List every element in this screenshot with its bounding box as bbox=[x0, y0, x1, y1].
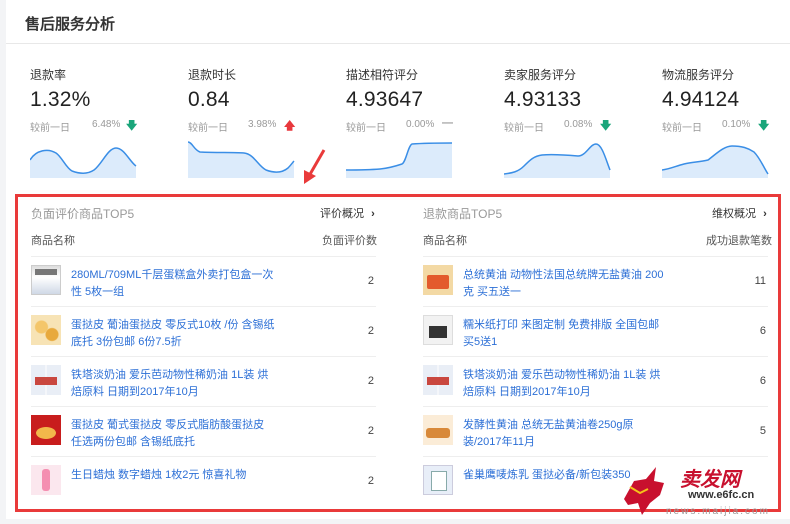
arrow-down-icon: 🡇 bbox=[758, 120, 770, 132]
table-row[interactable]: 蛋挞皮 葡式蛋挞皮 零反式脂肪酸蛋挞皮 任选两份包邮 含锡纸底托 2 bbox=[31, 406, 376, 457]
metric-value: 1.32% bbox=[30, 88, 91, 111]
product-thumbnail bbox=[31, 365, 61, 395]
rights-overview-link[interactable]: 维权概况 › bbox=[712, 205, 767, 221]
watermark-url: www.e6fc.cn bbox=[688, 489, 755, 501]
arrow-up-icon: 🡅 bbox=[284, 120, 296, 132]
product-link[interactable]: 糯米纸打印 来图定制 免费排版 全国包邮 买5送1 bbox=[463, 317, 668, 351]
product-link[interactable]: 蛋挞皮 葡油蛋挞皮 零反式10枚 /份 含锡纸底托 3份包邮 6份7.5折 bbox=[71, 317, 276, 351]
metric-change: 6.48% bbox=[92, 119, 121, 130]
row-count: 6 bbox=[759, 325, 766, 337]
product-thumbnail bbox=[31, 265, 61, 295]
page-title: 售后服务分析 bbox=[25, 16, 116, 33]
product-link[interactable]: 铁塔淡奶油 爱乐芭动物性稀奶油 1L装 烘焙原料 日期到2017年10月 bbox=[71, 367, 276, 401]
column-header-name: 商品名称 bbox=[31, 235, 75, 247]
metric-description-score[interactable]: 描述相符评分 4.93647 较前一日 0.00% — bbox=[346, 66, 496, 178]
metric-compare-label: 较前一日 bbox=[346, 123, 386, 134]
row-count: 5 bbox=[759, 425, 766, 437]
metric-value: 4.94124 bbox=[662, 88, 740, 111]
product-thumbnail bbox=[423, 465, 453, 495]
review-overview-link[interactable]: 评价概况 › bbox=[320, 205, 375, 221]
sparkline-chart bbox=[504, 143, 611, 178]
product-link[interactable]: 总统黄油 动物性法国总统牌无盐黄油 200克 买五送一 bbox=[463, 267, 668, 301]
negative-top5-section: 负面评价商品TOP5 bbox=[31, 205, 134, 222]
product-thumbnail bbox=[423, 415, 453, 445]
metric-compare-label: 较前一日 bbox=[504, 123, 544, 134]
chevron-right-icon: › bbox=[763, 208, 767, 220]
product-thumbnail bbox=[423, 365, 453, 395]
product-link[interactable]: 发酵性黄油 总统无盐黄油卷250g原装/2017年11月 bbox=[463, 417, 668, 451]
arrow-down-icon: 🡇 bbox=[126, 120, 138, 132]
row-count: 11 bbox=[754, 275, 766, 287]
table-row[interactable]: 280ML/709ML千层蛋糕盒外卖打包盒一次性 5枚一组 2 bbox=[31, 256, 376, 307]
metric-compare-label: 较前一日 bbox=[662, 123, 702, 134]
metric-seller-service-score[interactable]: 卖家服务评分 4.93133 较前一日 0.08% 🡇 bbox=[504, 66, 654, 178]
section-title: 负面评价商品TOP5 bbox=[31, 207, 135, 221]
metric-value: 0.84 bbox=[188, 88, 230, 111]
metric-label: 退款率 bbox=[30, 68, 67, 82]
annotation-arrow-icon bbox=[304, 149, 326, 184]
metric-refund-rate[interactable]: 退款率 1.32% 较前一日 6.48% 🡇 bbox=[30, 66, 180, 178]
product-link[interactable]: 铁塔淡奶油 爱乐芭动物性稀奶油 1L装 烘焙原料 日期到2017年10月 bbox=[463, 367, 668, 401]
metric-label: 卖家服务评分 bbox=[504, 68, 577, 82]
sparkline-chart bbox=[346, 142, 453, 178]
column-header-count: 成功退款笔数 bbox=[706, 235, 772, 247]
product-link[interactable]: 280ML/709ML千层蛋糕盒外卖打包盒一次性 5枚一组 bbox=[71, 267, 276, 301]
watermark-subtext: news.maijia.com bbox=[666, 506, 770, 517]
metric-change: 0.00% bbox=[406, 119, 435, 130]
sparkline-chart bbox=[662, 145, 769, 178]
row-count: 2 bbox=[367, 425, 374, 437]
chevron-right-icon: › bbox=[371, 208, 375, 220]
table-row[interactable]: 糯米纸打印 来图定制 免费排版 全国包邮 买5送1 6 bbox=[423, 306, 768, 357]
metric-refund-duration[interactable]: 退款时长 0.84 较前一日 3.98% 🡅 bbox=[188, 66, 338, 178]
metric-label: 退款时长 bbox=[188, 68, 237, 82]
arrow-down-icon: 🡇 bbox=[600, 120, 612, 132]
product-thumbnail bbox=[423, 315, 453, 345]
title-divider bbox=[6, 43, 790, 44]
product-thumbnail bbox=[31, 465, 61, 495]
product-thumbnail bbox=[31, 415, 61, 445]
row-count: 2 bbox=[367, 375, 374, 387]
metric-compare-label: 较前一日 bbox=[188, 123, 228, 134]
table-row[interactable]: 蛋挞皮 葡油蛋挞皮 零反式10枚 /份 含锡纸底托 3份包邮 6份7.5折 2 bbox=[31, 306, 376, 357]
row-count: 2 bbox=[367, 325, 374, 337]
watermark-logo: 卖发网 www.e6fc.cn news.maijia.com bbox=[620, 459, 790, 519]
metric-label: 物流服务评分 bbox=[662, 68, 735, 82]
metric-value: 4.93647 bbox=[346, 88, 424, 111]
link-label: 维权概况 bbox=[712, 208, 756, 220]
column-header-count: 负面评价数 bbox=[322, 235, 377, 247]
watermark-brand: 卖发网 bbox=[680, 469, 740, 491]
row-count: 6 bbox=[759, 375, 766, 387]
refund-top5-section: 退款商品TOP5 bbox=[423, 205, 502, 222]
product-thumbnail bbox=[31, 315, 61, 345]
metric-label: 描述相符评分 bbox=[346, 68, 419, 82]
metric-change: 3.98% bbox=[248, 119, 277, 130]
section-title: 退款商品TOP5 bbox=[423, 207, 503, 221]
metric-change: 0.08% bbox=[564, 119, 593, 130]
table-row[interactable]: 发酵性黄油 总统无盐黄油卷250g原装/2017年11月 5 bbox=[423, 406, 768, 457]
product-link[interactable]: 蛋挞皮 葡式蛋挞皮 零反式脂肪酸蛋挞皮 任选两份包邮 含锡纸底托 bbox=[71, 417, 276, 451]
metric-value: 4.93133 bbox=[504, 88, 582, 111]
table-row[interactable]: 铁塔淡奶油 爱乐芭动物性稀奶油 1L装 烘焙原料 日期到2017年10月 6 bbox=[423, 356, 768, 407]
metric-compare-label: 较前一日 bbox=[30, 123, 70, 134]
sparkline-chart bbox=[30, 147, 137, 178]
sparkline-chart bbox=[188, 141, 295, 178]
row-count: 2 bbox=[367, 475, 374, 487]
row-count: 2 bbox=[367, 275, 374, 287]
flat-dash-icon: — bbox=[442, 117, 453, 129]
metric-logistics-score[interactable]: 物流服务评分 4.94124 较前一日 0.10% 🡇 bbox=[662, 66, 790, 178]
metric-change: 0.10% bbox=[722, 119, 751, 130]
product-thumbnail bbox=[423, 265, 453, 295]
table-row[interactable]: 总统黄油 动物性法国总统牌无盐黄油 200克 买五送一 11 bbox=[423, 256, 768, 307]
column-header-name: 商品名称 bbox=[423, 235, 467, 247]
table-row[interactable]: 生日蜡烛 数字蜡烛 1枚2元 惊喜礼物 2 bbox=[31, 456, 376, 507]
table-row[interactable]: 铁塔淡奶油 爱乐芭动物性稀奶油 1L装 烘焙原料 日期到2017年10月 2 bbox=[31, 356, 376, 407]
link-label: 评价概况 bbox=[320, 208, 364, 220]
product-link[interactable]: 生日蜡烛 数字蜡烛 1枚2元 惊喜礼物 bbox=[71, 467, 276, 484]
